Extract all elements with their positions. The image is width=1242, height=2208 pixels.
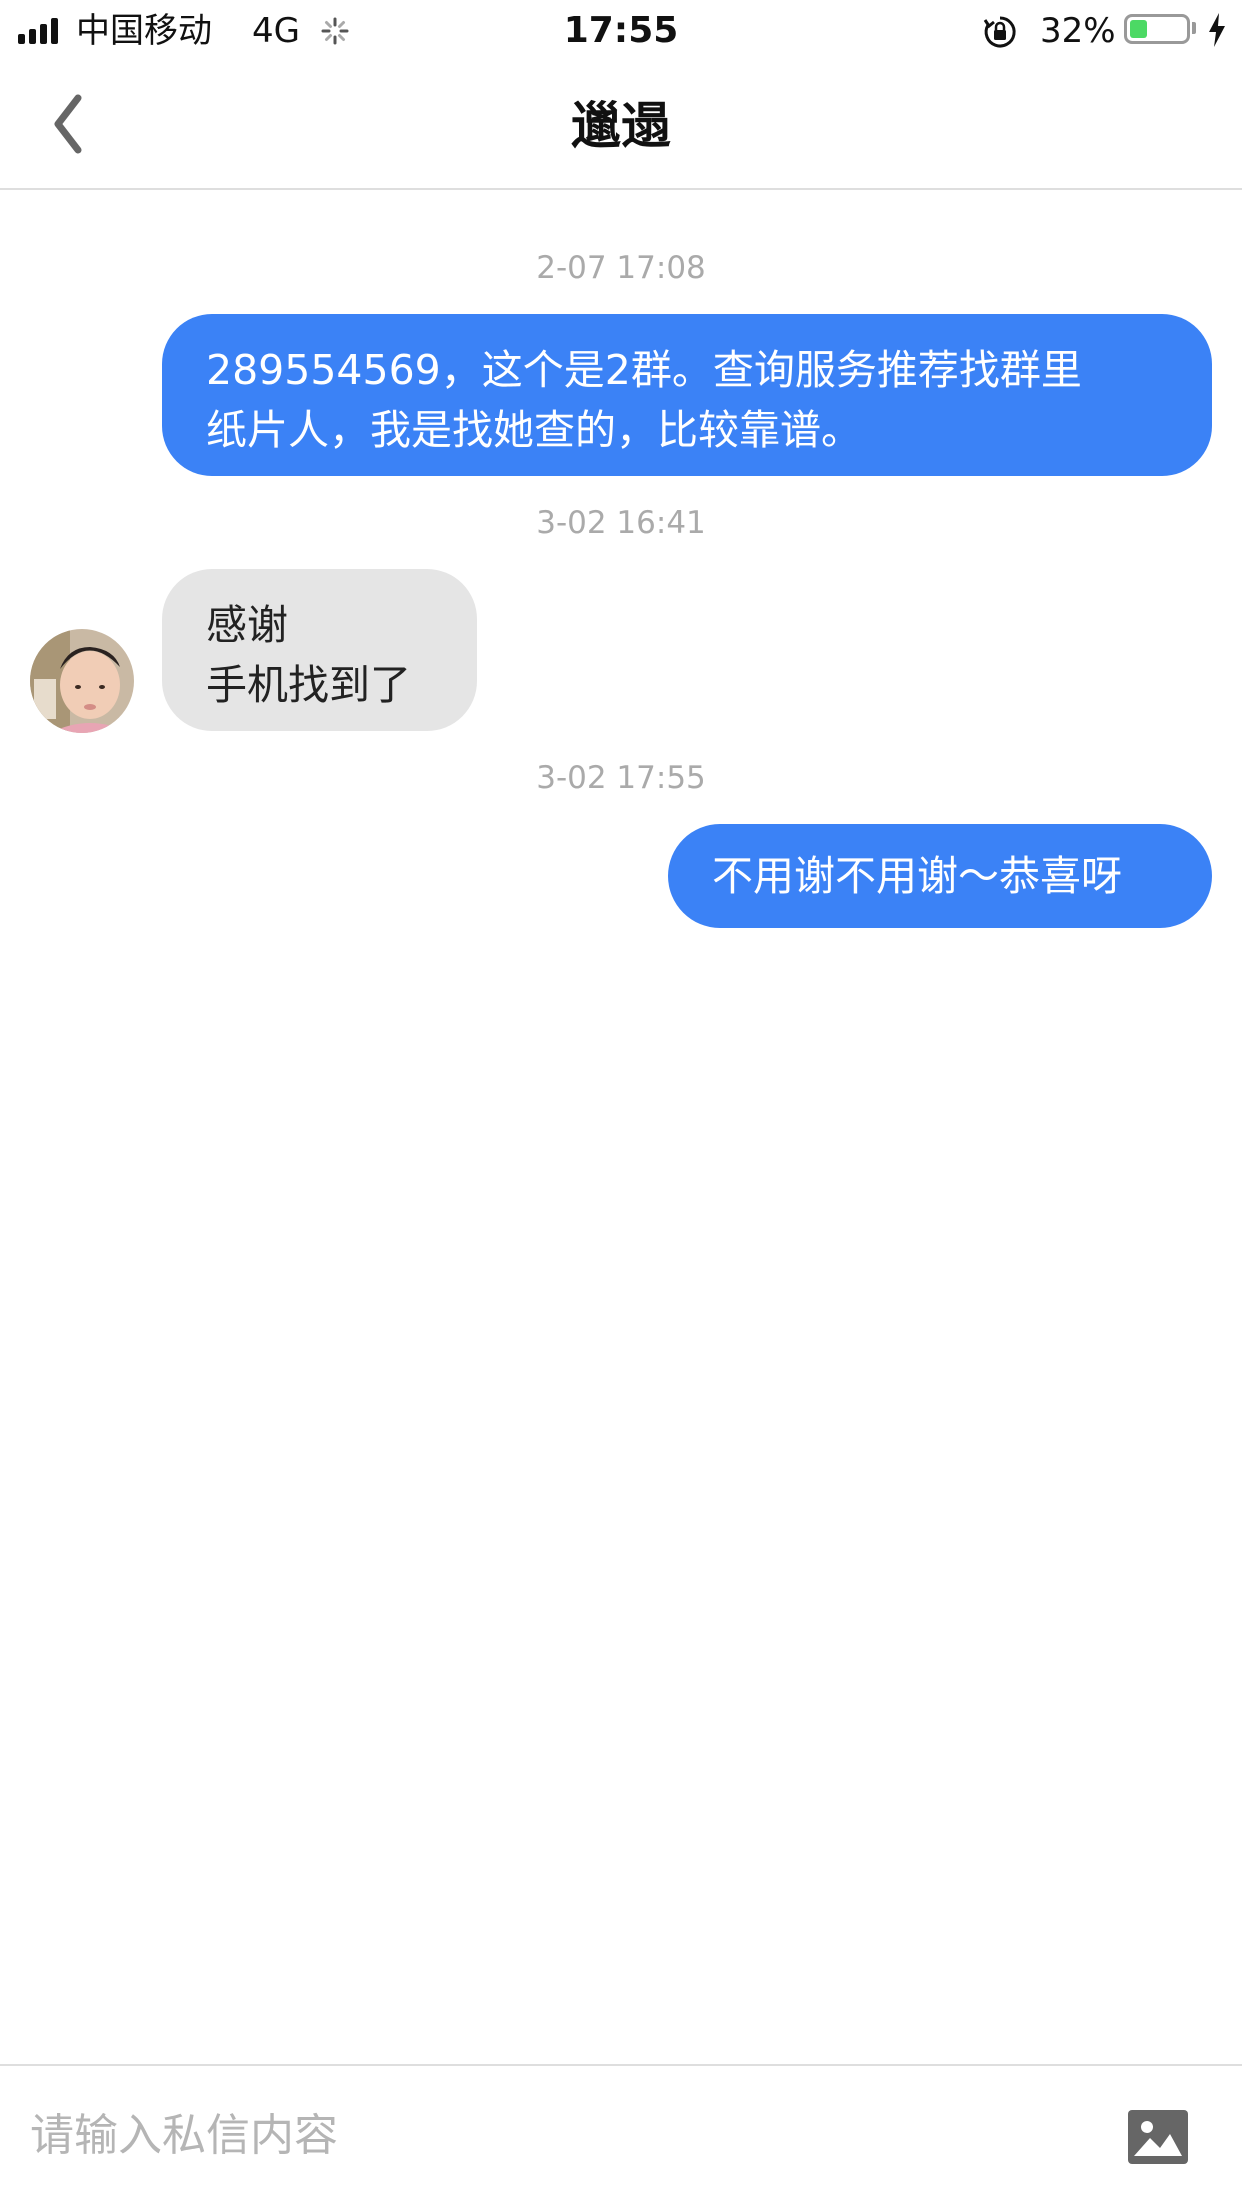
message-input-bar <box>0 2064 1242 2208</box>
image-icon <box>1128 2110 1188 2164</box>
status-bar: 中国移动 4G 17:55 32% <box>0 0 1242 62</box>
battery-percentage: 32% <box>1040 11 1116 51</box>
message-timestamp: 3-02 16:41 <box>536 505 706 541</box>
avatar-photo <box>30 629 134 733</box>
message-timestamp: 3-02 17:55 <box>536 760 706 796</box>
navigation-bar: 邋遢 <box>0 62 1242 190</box>
rotation-lock-icon <box>983 16 1016 48</box>
message-timestamp: 2-07 17:08 <box>536 250 706 286</box>
battery-icon <box>1124 14 1190 44</box>
avatar[interactable] <box>30 629 134 733</box>
back-button[interactable] <box>40 90 120 160</box>
outgoing-message-bubble[interactable]: 不用谢不用谢～恭喜呀 <box>668 824 1212 928</box>
battery-fill <box>1130 20 1147 38</box>
chevron-left-icon <box>54 94 82 154</box>
outgoing-message-bubble[interactable]: 289554569，这个是2群。查询服务推荐找群里 纸片人，我是找她查的，比较靠… <box>162 314 1212 476</box>
message-input[interactable] <box>28 2096 1092 2174</box>
battery-nub <box>1192 22 1196 34</box>
incoming-message-bubble[interactable]: 感谢 手机找到了 <box>162 569 477 731</box>
charging-bolt-icon <box>1209 13 1225 47</box>
conversation-title: 邋遢 <box>571 97 671 155</box>
image-picker-button[interactable] <box>1128 2110 1188 2164</box>
